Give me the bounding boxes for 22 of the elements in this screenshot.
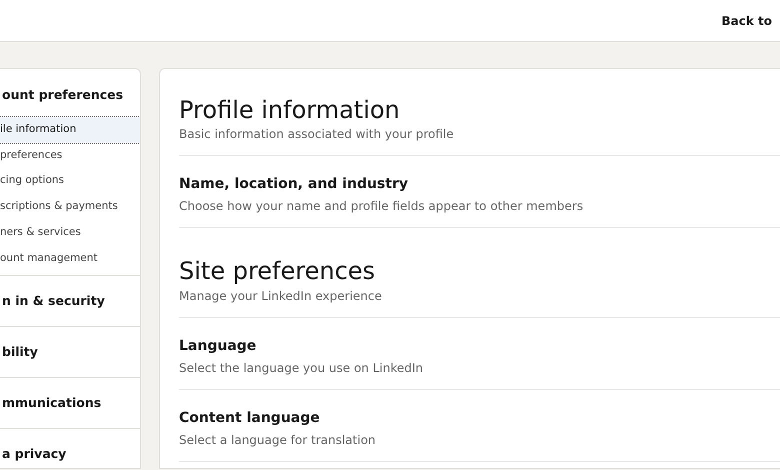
section-title: Site preferences bbox=[179, 258, 376, 285]
sidebar-group-title[interactable]: mmunications bbox=[0, 394, 140, 412]
setting-title[interactable]: Content language bbox=[179, 408, 320, 429]
setting-description: Select the language you use on LinkedIn bbox=[179, 360, 424, 377]
section-subtitle: Manage your LinkedIn experience bbox=[179, 288, 383, 305]
sidebar-item[interactable]: cing options bbox=[0, 168, 140, 194]
sidebar-item[interactable]: ile information bbox=[0, 116, 140, 142]
back-link[interactable]: Back to bbox=[722, 12, 772, 30]
section-title: Profile information bbox=[179, 97, 401, 124]
sidebar-item[interactable]: scriptions & payments bbox=[0, 194, 140, 220]
sidebar-item[interactable]: preferences bbox=[0, 142, 140, 168]
sidebar-item[interactable]: ners & services bbox=[0, 220, 140, 246]
setting-title[interactable]: Name, location, and industry bbox=[179, 174, 408, 196]
sidebar-group-title[interactable]: n in & security bbox=[0, 292, 140, 311]
section-subtitle: Basic information associated with your profile bbox=[179, 126, 455, 144]
sidebar-item[interactable]: ount management bbox=[0, 246, 140, 272]
setting-title[interactable]: Language bbox=[179, 336, 256, 357]
setting-description: Choose how your name and profile fields appear to other members bbox=[179, 198, 584, 216]
setting-description: Select a language for translation bbox=[179, 432, 377, 449]
sidebar-group-title[interactable]: ount preferences bbox=[0, 86, 140, 105]
sidebar-group-title[interactable]: bility bbox=[0, 343, 140, 362]
sidebar-group-title[interactable]: a privacy bbox=[0, 444, 140, 464]
